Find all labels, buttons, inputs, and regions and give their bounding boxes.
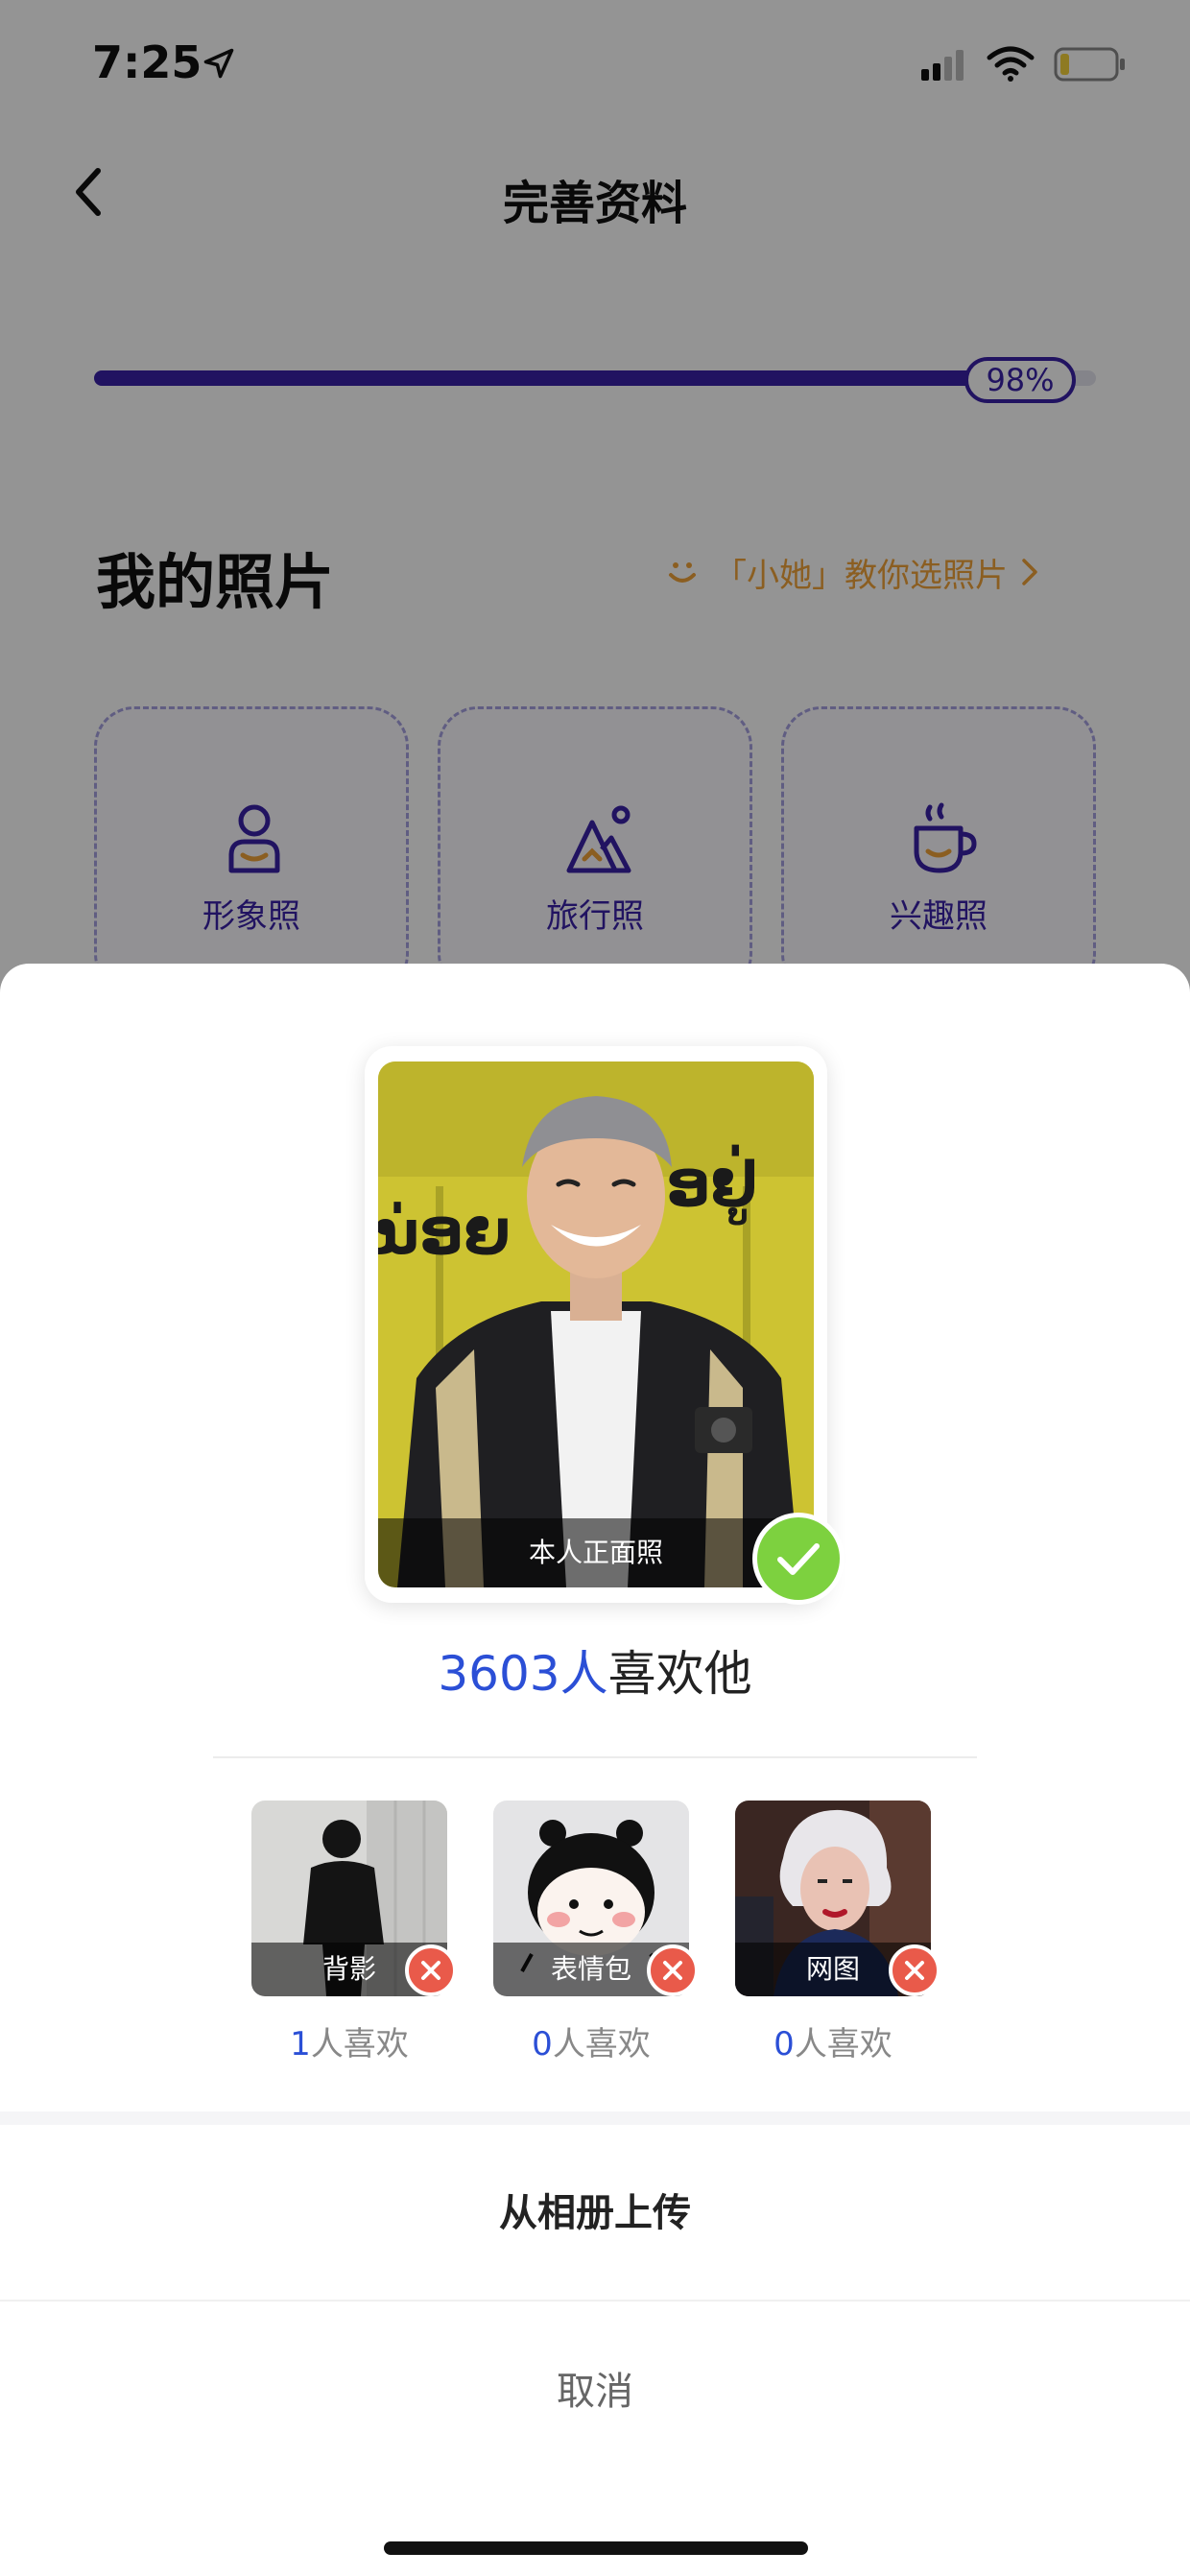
bad-example-likes-suffix: 人喜欢 bbox=[310, 2025, 409, 2063]
cancel-button[interactable]: 取消 bbox=[0, 2303, 1190, 2480]
rejected-badge bbox=[889, 1944, 940, 1996]
bad-example-likes-count: 0 bbox=[774, 2025, 795, 2063]
rejected-badge bbox=[405, 1944, 457, 1996]
bad-examples: 背影 1人喜欢 表情包 0人喜欢 网图 0人喜欢 bbox=[251, 1801, 990, 2069]
main-likes-text: 3603人喜欢他 bbox=[0, 1635, 1190, 1705]
close-icon bbox=[905, 1961, 924, 1980]
main-likes-suffix: 喜欢他 bbox=[607, 1646, 752, 1702]
divider bbox=[213, 1756, 977, 1758]
sheet-separator bbox=[0, 2111, 1190, 2125]
svg-text:ນ່ອຍ: ນ່ອຍ bbox=[378, 1198, 511, 1269]
check-icon bbox=[777, 1543, 820, 1575]
main-likes-count: 3603人 bbox=[438, 1646, 608, 1702]
bad-example-likes-count: 1 bbox=[290, 2025, 311, 2063]
svg-text:ອຢູ່: ອຢູ່ bbox=[666, 1145, 757, 1225]
upload-from-album-button[interactable]: 从相册上传 bbox=[0, 2125, 1190, 2302]
close-icon bbox=[663, 1961, 682, 1980]
good-example-photo: ນ່ອຍ ອຢູ່ 本人正面照 bbox=[378, 1061, 814, 1587]
photo-guide-sheet: ນ່ອຍ ອຢູ່ 本人正面照 3603人喜欢他 背影 1人喜欢 表情包 0人喜… bbox=[0, 964, 1190, 2576]
home-indicator bbox=[384, 2541, 808, 2555]
person-photo-image: ນ່ອຍ ອຢູ່ bbox=[378, 1061, 814, 1587]
bad-example-likes: 0人喜欢 bbox=[735, 2017, 931, 2064]
approved-badge bbox=[752, 1513, 845, 1605]
rejected-badge bbox=[647, 1944, 699, 1996]
bad-example-likes-suffix: 人喜欢 bbox=[794, 2025, 892, 2063]
good-example-frame: ນ່ອຍ ອຢູ່ 本人正面照 bbox=[365, 1046, 827, 1603]
bad-example-likes: 1人喜欢 bbox=[251, 2017, 447, 2064]
good-example-label: 本人正面照 bbox=[378, 1518, 814, 1587]
bad-example-likes-count: 0 bbox=[532, 2025, 553, 2063]
close-icon bbox=[421, 1961, 440, 1980]
bad-example-likes: 0人喜欢 bbox=[493, 2017, 689, 2064]
bad-example-likes-suffix: 人喜欢 bbox=[552, 2025, 651, 2063]
